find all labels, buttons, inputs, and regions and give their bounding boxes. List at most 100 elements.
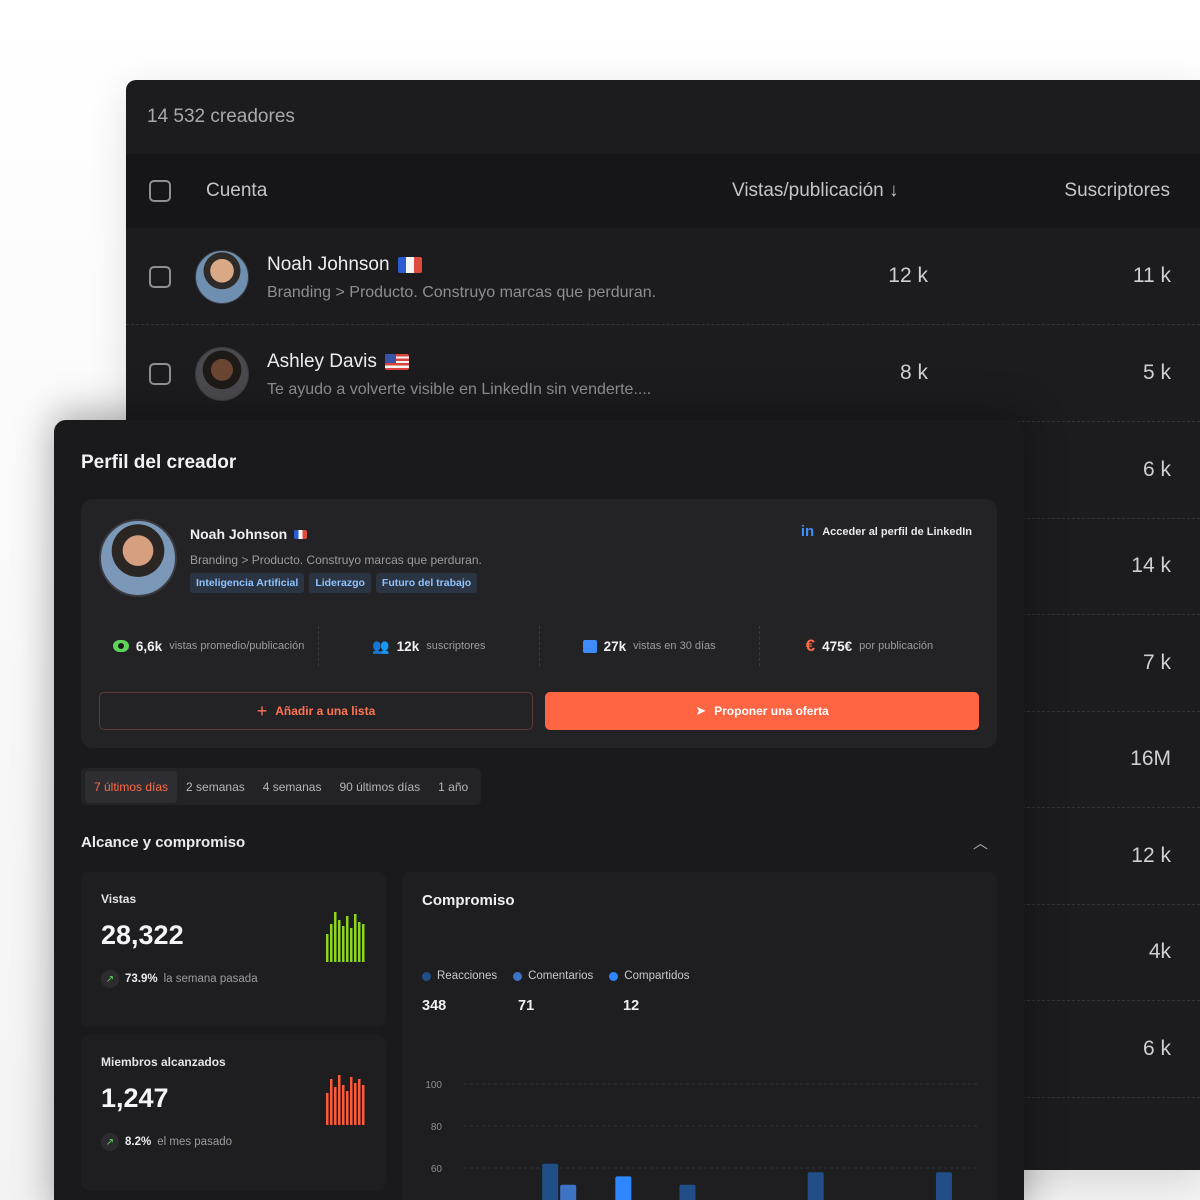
shares-value: 12 (623, 998, 640, 1014)
spark-bar (338, 1075, 341, 1125)
spark-bar (350, 1077, 353, 1125)
engagement-title: Compromiso (422, 892, 515, 909)
propose-offer-label: Proponer una oferta (714, 704, 829, 718)
views-sparkline (326, 912, 365, 962)
spark-bar (346, 1091, 349, 1125)
spark-bar (362, 924, 365, 962)
header-views-sort[interactable]: Vistas/publicación ↓ (732, 180, 899, 202)
tab-7-days[interactable]: 7 últimos días (85, 770, 178, 803)
linkedin-link-label: Acceder al perfil de LinkedIn (822, 525, 972, 538)
fr-flag-icon (397, 257, 422, 273)
stat-subscribers: 👥 12k suscriptores (319, 626, 540, 666)
propose-offer-button[interactable]: ➤ Proponer una oferta (545, 692, 979, 730)
spark-bar (346, 916, 349, 962)
tag[interactable]: Inteligencia Artificial (190, 573, 305, 593)
us-flag-icon (384, 354, 409, 370)
tab-1-year[interactable]: 1 año (429, 771, 477, 803)
stat-value: 6,6k (135, 638, 163, 654)
stat-label: vistas promedio/publicación (169, 640, 305, 652)
subs-value: 11 k (1132, 264, 1171, 287)
profile-title: Perfil del creador (81, 452, 237, 473)
metric-label: Vistas (101, 892, 137, 906)
legend-comments: Comentarios (513, 970, 593, 982)
euro-icon: € (805, 636, 816, 655)
reach-card: Miembros alcanzados 1,247 ↗ 8.2% el mes … (81, 1035, 386, 1190)
tab-2-weeks[interactable]: 2 semanas (177, 771, 254, 803)
legend-label: Comentarios (528, 970, 594, 982)
stat-views-30-days: 27k vistas en 30 días (540, 626, 760, 666)
metric-trend: ↗ 8.2% el mes pasado (101, 1133, 232, 1151)
header-subscribers[interactable]: Suscriptores (1064, 180, 1170, 202)
eye-icon (112, 640, 129, 652)
add-to-list-button[interactable]: + Añadir a una lista (99, 692, 533, 730)
tag-list: Inteligencia Artificial Liderazgo Futuro… (190, 573, 478, 593)
trend-up-icon: ↗ (101, 970, 119, 988)
spark-bar (334, 1087, 337, 1125)
linkedin-profile-link[interactable]: in Acceder al perfil de LinkedIn (801, 523, 972, 540)
legend-values: 348 71 12 (422, 998, 639, 1014)
spark-bar (334, 912, 337, 962)
avatar (99, 519, 177, 597)
select-all-checkbox[interactable] (149, 180, 171, 202)
tab-90-days[interactable]: 90 últimos días (330, 771, 429, 803)
chart-bar (560, 1184, 577, 1200)
row-checkbox[interactable] (149, 363, 171, 385)
spark-bar (358, 922, 361, 962)
comments-value: 71 (518, 998, 535, 1014)
views-value: 8 k (899, 361, 928, 384)
y-tick-label: 60 (431, 1164, 443, 1175)
avatar (195, 250, 249, 304)
y-tick-label: 80 (431, 1122, 443, 1133)
metric-value: 1,247 (101, 1083, 169, 1113)
subs-value: 7 k (1142, 651, 1171, 674)
profile-name: Noah Johnson (190, 526, 288, 542)
profile-bio: Branding > Producto. Construyo marcas qu… (190, 553, 482, 567)
chart-bar (542, 1163, 559, 1200)
legend-dot (609, 971, 619, 981)
creators-count: 14 532 creadores (147, 106, 295, 127)
tag[interactable]: Liderazgo (309, 573, 371, 593)
metric-label: Miembros alcanzados (101, 1055, 226, 1069)
legend-reactions: Reacciones (422, 970, 497, 982)
chart-bar (615, 1176, 632, 1200)
stat-value: 475€ (822, 638, 853, 654)
reactions-value: 348 (422, 998, 447, 1014)
spark-bar (326, 934, 329, 962)
spark-bar (342, 1085, 345, 1125)
tab-4-weeks[interactable]: 4 semanas (254, 771, 331, 803)
trend-value: 73.9% (125, 973, 158, 985)
metric-trend: ↗ 73.9% la semana pasada (101, 970, 258, 988)
legend-label: Reacciones (437, 970, 498, 982)
stat-value: 27k (603, 638, 627, 654)
engagement-card: Compromiso Reacciones Comentarios Compar… (402, 872, 997, 1200)
header-account[interactable]: Cuenta (206, 180, 267, 202)
spark-bar (338, 920, 341, 962)
legend-shares: Compartidos (609, 970, 690, 982)
spark-bar (358, 1079, 361, 1125)
chart-bar (935, 1172, 952, 1200)
creator-name: Ashley Davis (267, 351, 377, 372)
chevron-up-icon[interactable]: ︿ (973, 832, 988, 853)
table-row[interactable]: Ashley Davis Te ayudo a volverte visible… (126, 325, 1200, 422)
table-row[interactable]: Noah Johnson Branding > Producto. Constr… (126, 228, 1200, 325)
trend-label: el mes pasado (157, 1136, 233, 1148)
y-tick-label: 100 (425, 1080, 442, 1091)
subs-value: 14 k (1131, 554, 1171, 577)
fr-flag-icon (294, 529, 308, 539)
users-icon: 👥 (372, 637, 390, 654)
tag[interactable]: Futuro del trabajo (375, 573, 478, 593)
stat-price-per-post: € 475€ por publicación (760, 626, 979, 666)
time-range-tabs: 7 últimos días 2 semanas 4 semanas 90 úl… (81, 768, 482, 805)
avatar (195, 347, 249, 401)
chart-bar (679, 1184, 696, 1200)
subs-value: 12 k (1131, 844, 1171, 867)
legend-label: Compartidos (624, 970, 690, 982)
views-value: 12 k (888, 264, 928, 287)
send-icon: ➤ (695, 703, 707, 718)
legend-dot (422, 971, 431, 981)
row-checkbox[interactable] (149, 266, 171, 288)
subs-value: 16M (1130, 747, 1171, 770)
trend-value: 8.2% (125, 1136, 152, 1148)
reach-sparkline (326, 1075, 365, 1125)
creator-bio: Te ayudo a volverte visible en LinkedIn … (267, 381, 652, 398)
